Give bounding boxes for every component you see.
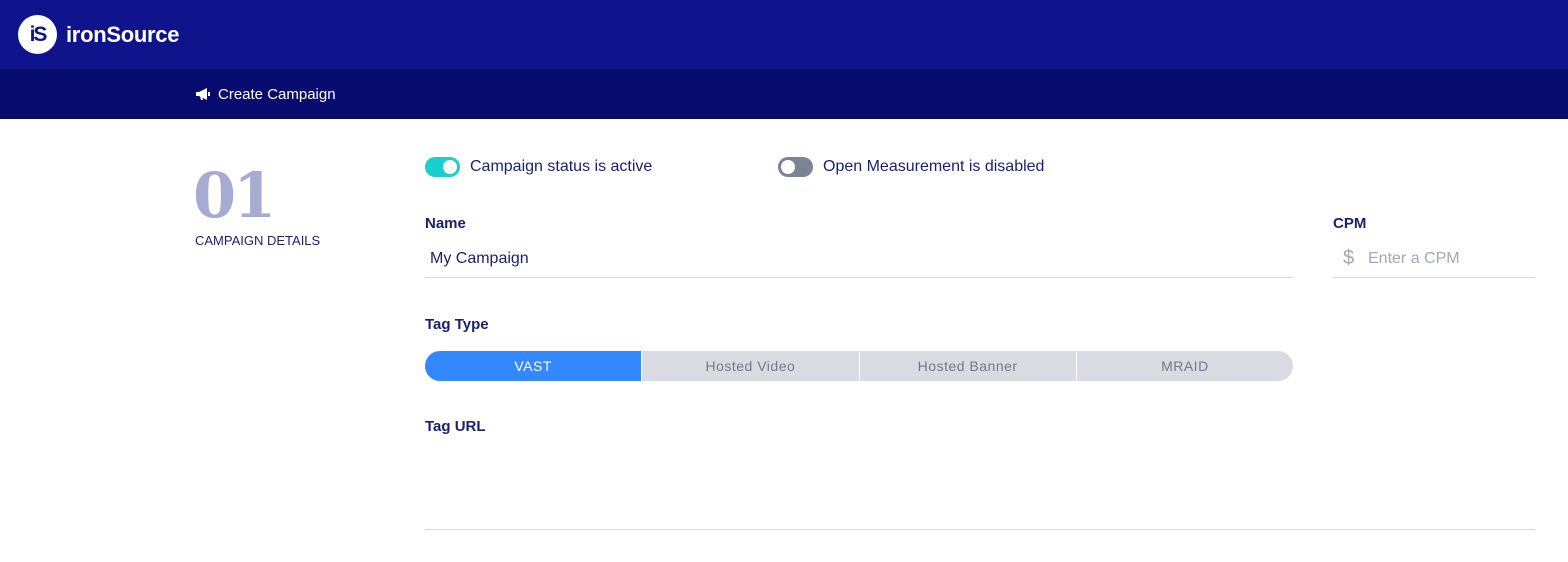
megaphone-icon — [196, 88, 210, 100]
campaign-status-toggle[interactable] — [425, 157, 460, 177]
tag-url-label: Tag URL — [425, 418, 486, 435]
toggle-knob — [781, 160, 795, 174]
tag-type-option-mraid[interactable]: MRAID — [1077, 351, 1293, 381]
logo-mark-text: iS — [29, 23, 48, 46]
sub-header: Create Campaign — [0, 69, 1568, 119]
cpm-input[interactable] — [1333, 240, 1535, 278]
campaign-status-label: Campaign status is active — [470, 158, 653, 175]
logo-icon[interactable]: iS — [18, 15, 57, 54]
tag-url-underline — [425, 529, 1535, 530]
page-title: Create Campaign — [218, 86, 336, 103]
open-measurement-toggle[interactable] — [778, 157, 813, 177]
open-measurement-label: Open Measurement is disabled — [823, 158, 1045, 175]
tag-type-option-hosted-banner[interactable]: Hosted Banner — [860, 351, 1077, 381]
toggle-knob — [443, 160, 457, 174]
name-input[interactable] — [425, 240, 1293, 278]
tag-type-segmented-control: VAST Hosted Video Hosted Banner MRAID — [425, 351, 1293, 381]
top-header: iS ironSource — [0, 0, 1568, 69]
tag-url-input[interactable] — [425, 445, 1535, 529]
step-label: CAMPAIGN DETAILS — [195, 233, 321, 248]
brand-name[interactable]: ironSource — [66, 22, 179, 48]
tag-type-option-vast[interactable]: VAST — [425, 351, 643, 381]
tag-type-label: Tag Type — [425, 316, 489, 333]
tag-type-option-hosted-video[interactable]: Hosted Video — [642, 351, 860, 381]
step-number: 01 — [193, 159, 276, 232]
cpm-label: CPM — [1333, 215, 1367, 232]
name-label: Name — [425, 215, 466, 232]
